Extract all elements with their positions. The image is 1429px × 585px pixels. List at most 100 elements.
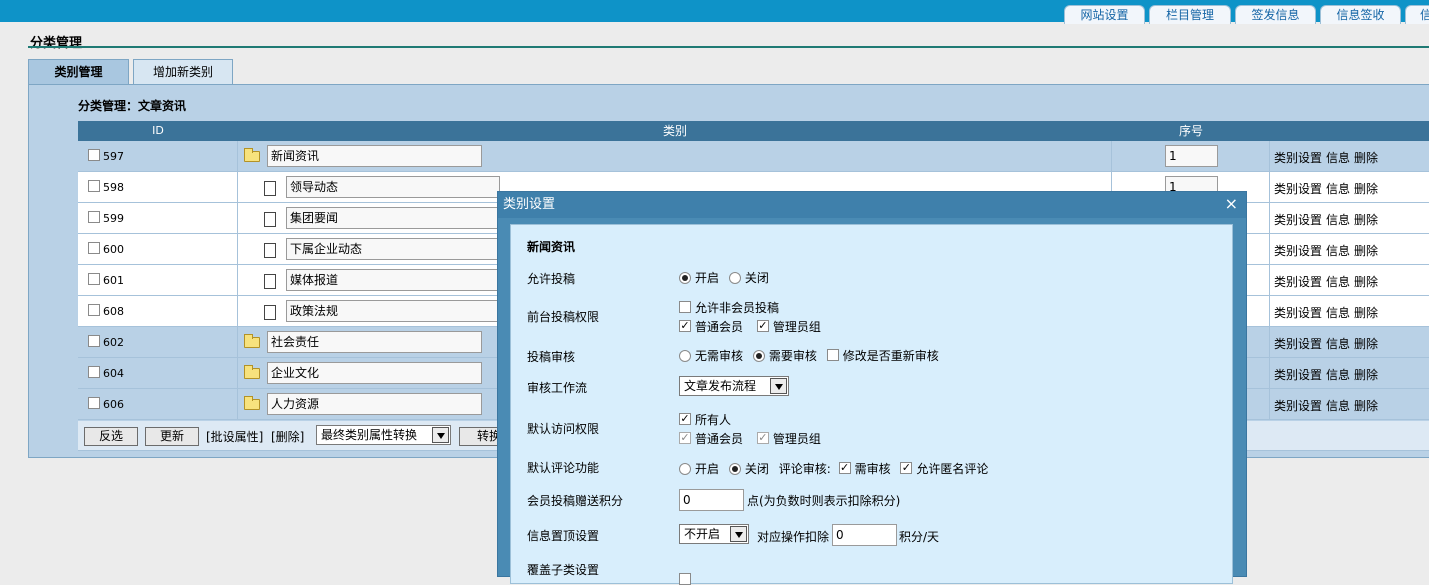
row-checkbox[interactable]	[88, 149, 100, 161]
delete-link[interactable]: 删除	[1354, 306, 1378, 320]
comment-off-option[interactable]: 关闭	[728, 461, 769, 477]
comment-on-option[interactable]: 开启	[679, 461, 719, 477]
category-name-input[interactable]: 政策法规	[286, 300, 500, 322]
allow-submit-off-option[interactable]: 关闭	[728, 270, 769, 286]
info-link[interactable]: 信息	[1326, 399, 1350, 413]
option-label: 允许非会员投稿	[695, 301, 780, 315]
category-settings-link[interactable]: 类别设置	[1274, 337, 1322, 351]
category-settings-link[interactable]: 类别设置	[1274, 275, 1322, 289]
radio[interactable]	[679, 350, 691, 362]
folder-icon	[244, 396, 260, 410]
radio-selected[interactable]	[679, 272, 691, 284]
actions-cell: 类别设置 信息 删除	[1270, 203, 1429, 233]
anonymous-comment-option[interactable]: 允许匿名评论	[900, 461, 988, 477]
delete-link[interactable]: 删除	[1354, 213, 1378, 227]
checkbox-checked[interactable]	[900, 462, 913, 474]
row-checkbox[interactable]	[88, 397, 100, 409]
convert-type-select[interactable]: 最终类别属性转换	[316, 425, 451, 445]
delete-link[interactable]: 删除	[1354, 275, 1378, 289]
row-checkbox[interactable]	[88, 211, 100, 223]
info-link[interactable]: 信息	[1326, 182, 1350, 196]
checkbox-checked[interactable]	[838, 462, 851, 474]
category-settings-link[interactable]: 类别设置	[1274, 213, 1322, 227]
top-tab-site-settings[interactable]: 网站设置	[1064, 5, 1145, 24]
category-name-input[interactable]: 企业文化	[267, 362, 482, 384]
checkbox-checked[interactable]	[679, 320, 691, 332]
need-review-option[interactable]: 需要审核	[752, 348, 817, 364]
delete-link[interactable]: 删除	[1354, 244, 1378, 258]
admin-group-option[interactable]: 管理员组	[756, 319, 821, 335]
deduct-label: 对应操作扣除	[757, 530, 830, 544]
actions-cell: 类别设置 信息 删除	[1270, 265, 1429, 295]
checkbox-checked[interactable]	[756, 320, 769, 332]
row-checkbox[interactable]	[88, 335, 100, 347]
re-review-option[interactable]: 修改是否重新审核	[826, 348, 939, 364]
top-tab-issue-info[interactable]: 签发信息	[1235, 5, 1316, 24]
checkbox[interactable]	[679, 301, 691, 313]
checkbox[interactable]	[679, 573, 691, 585]
comment-need-review-option[interactable]: 需审核	[838, 461, 891, 477]
actions-cell: 类别设置 信息 删除	[1270, 327, 1429, 357]
category-name-input[interactable]: 领导动态	[286, 176, 500, 198]
delete-link[interactable]: 删除	[1354, 368, 1378, 382]
info-link[interactable]: 信息	[1326, 213, 1350, 227]
row-checkbox[interactable]	[88, 304, 100, 316]
radio-selected[interactable]	[728, 463, 741, 475]
info-link[interactable]: 信息	[1326, 337, 1350, 351]
delete-link[interactable]: 删除	[1354, 151, 1378, 165]
category-settings-link[interactable]: 类别设置	[1274, 182, 1322, 196]
grid-header: ID 类别 序号	[78, 121, 1429, 141]
radio[interactable]	[728, 272, 741, 284]
row-checkbox[interactable]	[88, 242, 100, 254]
info-link[interactable]: 信息	[1326, 306, 1350, 320]
category-settings-link[interactable]: 类别设置	[1274, 368, 1322, 382]
info-link[interactable]: 信息	[1326, 244, 1350, 258]
dialog-title-bar: 类别设置 ×	[498, 192, 1246, 218]
everyone-option[interactable]: 所有人	[679, 412, 731, 428]
delete-link[interactable]: 删除	[1354, 182, 1378, 196]
info-link[interactable]: 信息	[1326, 275, 1350, 289]
close-icon[interactable]: ×	[1225, 194, 1238, 214]
batch-set-link[interactable]: [批设属性]	[206, 428, 263, 445]
category-name-input[interactable]: 集团要闻	[286, 207, 500, 229]
no-review-option[interactable]: 无需审核	[679, 348, 743, 364]
category-settings-link[interactable]: 类别设置	[1274, 244, 1322, 258]
top-setting-select[interactable]: 不开启	[679, 524, 749, 544]
category-settings-link[interactable]: 类别设置	[1274, 306, 1322, 320]
row-checkbox[interactable]	[88, 273, 100, 285]
radio[interactable]	[679, 463, 691, 475]
delete-selected-link[interactable]: [删除]	[271, 428, 304, 445]
actions-cell: 类别设置 信息 删除	[1270, 141, 1429, 171]
checkbox-checked[interactable]	[679, 413, 691, 425]
allow-submit-on-option[interactable]: 开启	[679, 270, 719, 286]
row-checkbox[interactable]	[88, 180, 100, 192]
category-name-input[interactable]: 人力资源	[267, 393, 482, 415]
row-checkbox[interactable]	[88, 366, 100, 378]
top-tab-column-management[interactable]: 栏目管理	[1149, 5, 1231, 24]
deduct-input[interactable]: 0	[832, 524, 897, 546]
radio-selected[interactable]	[752, 350, 765, 362]
top-tab-more[interactable]: 信	[1405, 5, 1429, 24]
invert-selection-button[interactable]: 反选	[84, 427, 138, 446]
tab-category-management[interactable]: 类别管理	[28, 59, 129, 85]
update-button[interactable]: 更新	[145, 427, 199, 446]
tab-add-category[interactable]: 增加新类别	[133, 59, 233, 85]
delete-link[interactable]: 删除	[1354, 399, 1378, 413]
category-name-input[interactable]: 媒体报道	[286, 269, 500, 291]
non-member-option[interactable]: 允许非会员投稿	[679, 300, 779, 316]
category-name-input[interactable]: 下属企业动态	[286, 238, 500, 260]
info-link[interactable]: 信息	[1326, 151, 1350, 165]
category-settings-link[interactable]: 类别设置	[1274, 151, 1322, 165]
category-name-input[interactable]: 新闻资讯	[267, 145, 482, 167]
info-link[interactable]: 信息	[1326, 368, 1350, 382]
workflow-select[interactable]: 文章发布流程	[679, 376, 789, 396]
order-input[interactable]: 1	[1165, 145, 1218, 167]
category-settings-link[interactable]: 类别设置	[1274, 399, 1322, 413]
points-input[interactable]: 0	[679, 489, 744, 511]
delete-link[interactable]: 删除	[1354, 337, 1378, 351]
dialog-title: 类别设置	[503, 197, 556, 212]
normal-member-option[interactable]: 普通会员	[679, 319, 743, 335]
top-tab-receive-info[interactable]: 信息签收	[1320, 5, 1401, 24]
checkbox[interactable]	[826, 349, 839, 361]
category-name-input[interactable]: 社会责任	[267, 331, 482, 353]
